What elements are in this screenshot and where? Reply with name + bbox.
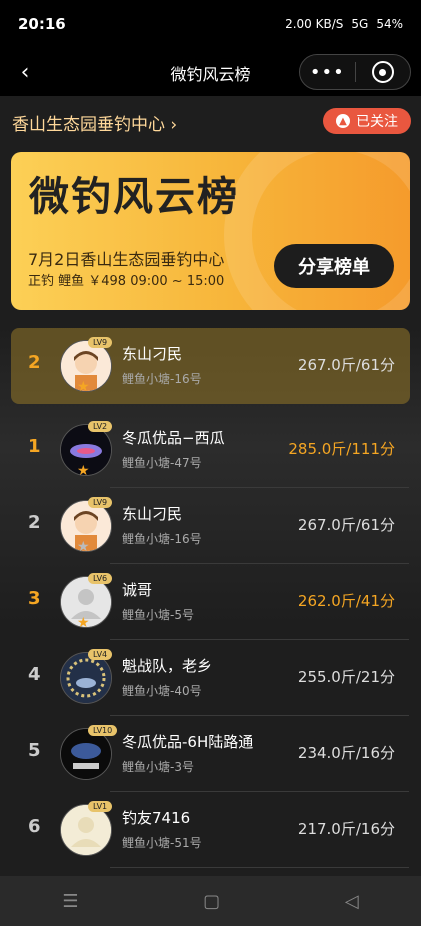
star-icon: ★ [77,615,90,631]
back-nav-icon[interactable]: ◁ [345,891,359,912]
player-name: 诚哥 [122,581,153,599]
score: 285.0斤/111分 [288,440,395,458]
leaderboard-list: 2 LV9 ★ 东山刁民 鲤鱼小塘-16号 267.0斤/61分 1 LV2 ★… [0,328,421,868]
level-badge: LV4 [88,649,113,660]
list-item[interactable]: 1 LV2 ★ 冬瓜优品−西瓜 鲤鱼小塘-47号 285.0斤/111分 [0,412,421,488]
network-speed: 2.00 KB/S [285,17,344,31]
list-item[interactable]: 4 LV4 魁战队，老乡 鲤鱼小塘-40号 255.0斤/21分 [0,640,421,716]
score: 262.0斤/41分 [297,592,395,610]
rank-number: 5 [28,740,41,761]
rank-number: 1 [28,436,41,457]
rank-number: 4 [28,664,41,685]
banner-title: 微钓风云榜 [29,174,239,220]
follow-label: 已关注 [356,114,398,130]
row-divider [110,867,409,868]
status-time: 20:16 [18,15,66,33]
pond-label: 鲤鱼小塘-51号 [122,836,202,850]
more-icon[interactable]: ••• [300,62,355,83]
flame-icon: ▲ [336,114,350,128]
star-icon: ★ [77,539,90,555]
venue-link[interactable]: 香山生态园垂钓中心 › [12,110,177,135]
rank-number: 2 [28,512,41,533]
player-name: 魁战队，老乡 [122,657,213,675]
my-rank-row[interactable]: 2 LV9 ★ 东山刁民 鲤鱼小塘-16号 267.0斤/61分 [11,328,410,404]
level-badge: LV9 [88,337,113,348]
level-badge: LV2 [88,421,113,432]
score: 255.0斤/21分 [297,668,395,686]
ranking-banner: 微钓风云榜 7月2日香山生态园垂钓中心 正钓 鲤鱼 ￥498 09:00 ~ 1… [11,152,410,310]
rank-number: 2 [28,352,41,373]
rank-number: 6 [28,816,41,837]
player-name: 冬瓜优品−西瓜 [122,429,225,447]
pond-label: 鲤鱼小塘-16号 [122,532,202,546]
score: 234.0斤/16分 [297,744,395,762]
score: 267.0斤/61分 [297,516,395,534]
level-badge: LV9 [88,497,113,508]
player-name: 东山刁民 [122,345,183,363]
close-program-button[interactable] [355,61,410,83]
star-icon: ★ [77,463,90,479]
player-name: 东山刁民 [122,505,183,523]
list-item[interactable]: 5 LV10 冬瓜优品-6H陆路通 鲤鱼小塘-3号 234.0斤/16分 [0,716,421,792]
rank-number: 3 [28,588,41,609]
target-icon [371,61,394,83]
pond-label: 鲤鱼小塘-5号 [122,608,194,622]
player-name: 冬瓜优品-6H陆路通 [122,733,254,751]
player-name: 钓友7416 [122,809,191,827]
star-icon: ★ [77,379,90,395]
mini-program-capsule: ••• [299,54,411,90]
status-bar: 20:16 2.00 KB/S 5G 54% [0,0,421,48]
list-item[interactable]: 3 LV6 ★ 诚哥 鲤鱼小塘-5号 262.0斤/41分 [0,564,421,640]
level-badge: LV6 [88,573,113,584]
event-title: 7月2日香山生态园垂钓中心 [28,250,225,269]
pond-label: 鲤鱼小塘-47号 [122,456,202,470]
list-item[interactable]: 2 LV9 ★ 东山刁民 鲤鱼小塘-16号 267.0斤/61分 [0,488,421,564]
list-item[interactable]: 6 LV1 钓友7416 鲤鱼小塘-51号 217.0斤/16分 [0,792,421,868]
level-badge: LV10 [88,725,118,736]
home-icon[interactable]: ▢ [203,891,220,912]
score: 267.0斤/61分 [297,356,395,374]
pond-label: 鲤鱼小塘-40号 [122,684,202,698]
follow-button[interactable]: ▲ 已关注 [323,108,411,134]
event-meta: 正钓 鲤鱼 ￥498 09:00 ~ 15:00 [28,274,225,289]
share-button[interactable]: 分享榜单 [274,244,394,288]
nav-bar: ‹ 微钓风云榜 ••• [0,48,421,96]
main-content: 香山生态园垂钓中心 › ▲ 已关注 微钓风云榜 7月2日香山生态园垂钓中心 正钓… [0,96,421,876]
signal-icon: 5G [351,17,369,31]
level-badge: LV1 [88,801,113,812]
system-nav-bar: ☰ ▢ ◁ [0,876,421,926]
status-indicators: 2.00 KB/S 5G 54% [285,17,403,31]
pond-label: 鲤鱼小塘-3号 [122,760,194,774]
score: 217.0斤/16分 [297,820,395,838]
pond-label: 鲤鱼小塘-16号 [122,372,202,386]
menu-icon[interactable]: ☰ [62,891,78,912]
battery-level: 54% [376,17,403,31]
